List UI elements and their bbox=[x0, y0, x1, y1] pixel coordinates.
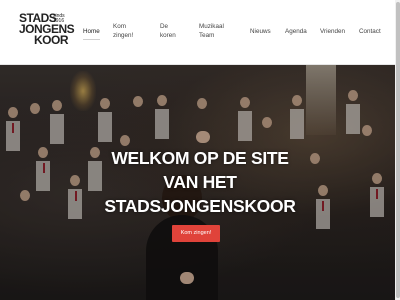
nav-item-kom-zingen[interactable]: Kom zingen! bbox=[113, 22, 135, 40]
scrollbar-thumb[interactable] bbox=[396, 2, 400, 298]
nav-item-vrienden[interactable]: Vrienden bbox=[320, 27, 345, 36]
main-nav: Home Kom zingen! De koren Muzikaal Team … bbox=[0, 0, 400, 64]
headline-line-3: STADSJONGENSKOOR bbox=[104, 196, 296, 216]
hero-headline: WELKOM OP DE SITE VAN HET STADSJONGENSKO… bbox=[100, 146, 300, 218]
hero-section: WELKOM OP DE SITE VAN HET STADSJONGENSKO… bbox=[0, 65, 400, 300]
nav-item-nieuws[interactable]: Nieuws bbox=[250, 27, 271, 36]
headline-line-2: VAN HET bbox=[163, 172, 237, 192]
site-header: STADS sinds 1916 JONGENS KOOR Home Kom z… bbox=[0, 0, 400, 65]
nav-item-home[interactable]: Home bbox=[83, 27, 100, 40]
nav-item-de-koren[interactable]: De koren bbox=[160, 22, 180, 40]
kom-zingen-button[interactable]: Kom zingen! bbox=[172, 225, 220, 242]
nav-item-muzikaal-team[interactable]: Muzikaal Team bbox=[199, 22, 227, 40]
page-scrollbar[interactable] bbox=[395, 0, 400, 300]
headline-line-1: WELKOM OP DE SITE bbox=[111, 148, 289, 168]
nav-item-agenda[interactable]: Agenda bbox=[285, 27, 307, 36]
nav-item-contact[interactable]: Contact bbox=[359, 27, 381, 36]
